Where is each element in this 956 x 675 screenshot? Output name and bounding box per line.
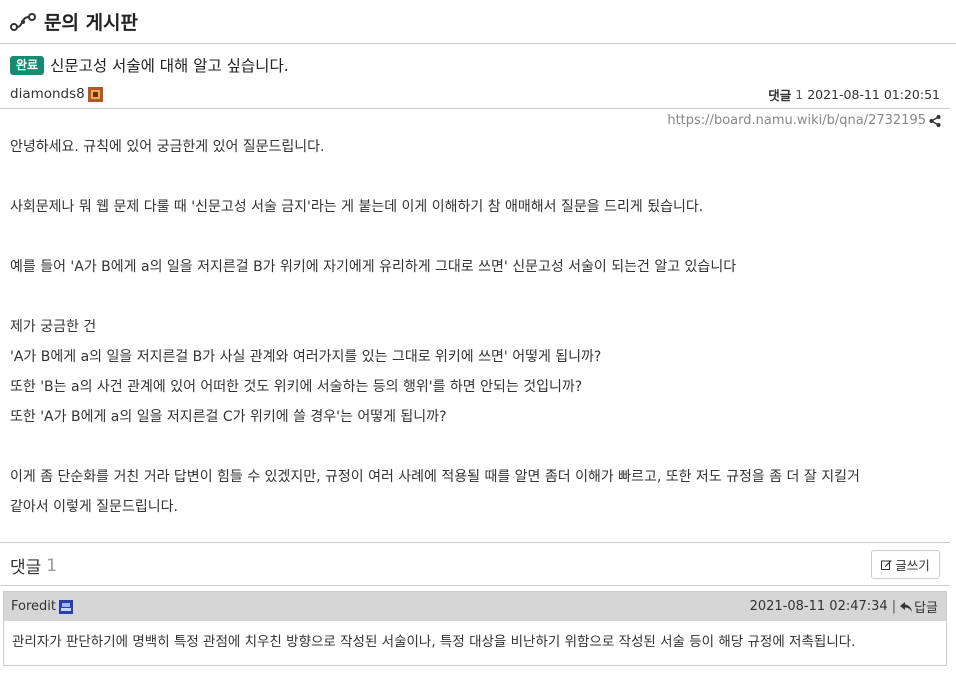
post-content: 안녕하세요. 규칙에 있어 궁금한게 있어 질문드립니다. 사회문제나 뭐 웹 …	[10, 137, 940, 517]
status-badge: 완료	[10, 55, 45, 75]
content-line: 제가 궁금한 건	[10, 319, 97, 335]
route-icon	[10, 12, 36, 31]
content-line: 같아서 이렇게 질문드립니다.	[10, 499, 178, 515]
comment-text: 관리자가 판단하기에 명백히 특정 관점에 치우친 방향으로 작성된 서술이나,…	[12, 634, 856, 650]
reply-icon	[900, 601, 913, 612]
reply-button[interactable]: 답글	[900, 597, 938, 616]
comments-header: 댓글 1	[10, 553, 58, 579]
write-comment-button[interactable]: 글쓰기	[871, 550, 940, 579]
divider	[0, 108, 950, 109]
content-line: 예를 들어 'A가 B에게 a의 일을 저지른걸 B가 위키에 자기에게 유리하…	[10, 259, 737, 275]
comments-header-count: 1	[46, 555, 58, 576]
comment-author[interactable]: Foredit	[11, 599, 56, 614]
page-title: 문의 게시판	[44, 12, 139, 34]
content-line: 사회문제나 뭐 웹 문제 다룰 때 '신문고성 서술 금지'라는 게 붙는데 이…	[10, 199, 704, 215]
content-line: 안녕하세요. 규칙에 있어 궁금한게 있어 질문드립니다.	[10, 139, 325, 155]
post-meta-right: 댓글 1 2021-08-11 01:20:51	[768, 85, 940, 104]
comment-author-wrap: Foredit	[11, 599, 73, 614]
post-title: 신문고성 서술에 대해 알고 싶습니다.	[50, 57, 289, 75]
content-line: 이게 좀 단순화를 거친 거라 답변이 힘들 수 있겠지만, 규정이 여러 사례…	[10, 469, 860, 485]
comments-header-label: 댓글	[10, 558, 42, 578]
comment-datetime: 2021-08-11 02:47:34	[749, 599, 888, 614]
separator: |	[891, 599, 897, 614]
comments-count: 1	[795, 86, 804, 102]
reply-label[interactable]: 답글	[914, 597, 938, 616]
post-datetime: 2021-08-11 01:20:51	[807, 86, 940, 102]
comments-label: 댓글	[768, 87, 792, 103]
pencil-icon	[881, 560, 893, 570]
divider	[0, 542, 950, 543]
post-meta: diamonds8 댓글 1 2021-08-11 01:20:51	[0, 82, 950, 106]
comment-meta: 2021-08-11 02:47:34 | 답글	[750, 597, 938, 616]
post-title-row: 완료 신문고성 서술에 대해 알고 싶습니다.	[10, 53, 289, 77]
author-name[interactable]: diamonds8	[10, 86, 85, 102]
content-line: 또한 'A가 B에게 a의 일을 저지른걸 C가 위키에 쓸 경우'는 어떻게 …	[10, 409, 447, 425]
content-line: 'A가 B에게 a의 일을 저지른걸 B가 사실 관계와 여러가지를 있는 그대…	[10, 349, 602, 365]
permalink[interactable]: https://board.namu.wiki/b/qna/2732195	[667, 113, 941, 128]
board-header: 문의 게시판	[0, 0, 956, 44]
content-line: 또한 'B는 a의 사건 관계에 있어 어떠한 것도 위키에 서술하는 등의 행…	[10, 379, 583, 395]
user-badge-icon	[87, 86, 103, 102]
comment-head: Foredit 2021-08-11 02:47:34 | 답글	[4, 592, 946, 621]
write-button-label: 글쓰기	[895, 558, 930, 573]
share-icon[interactable]	[929, 114, 941, 127]
comment-item: Foredit 2021-08-11 02:47:34 | 답글 관리자가 판단…	[3, 591, 947, 666]
user-badge-icon	[59, 599, 73, 614]
permalink-url[interactable]: https://board.namu.wiki/b/qna/2732195	[667, 113, 926, 128]
divider	[0, 585, 950, 586]
post-author[interactable]: diamonds8	[10, 86, 103, 102]
